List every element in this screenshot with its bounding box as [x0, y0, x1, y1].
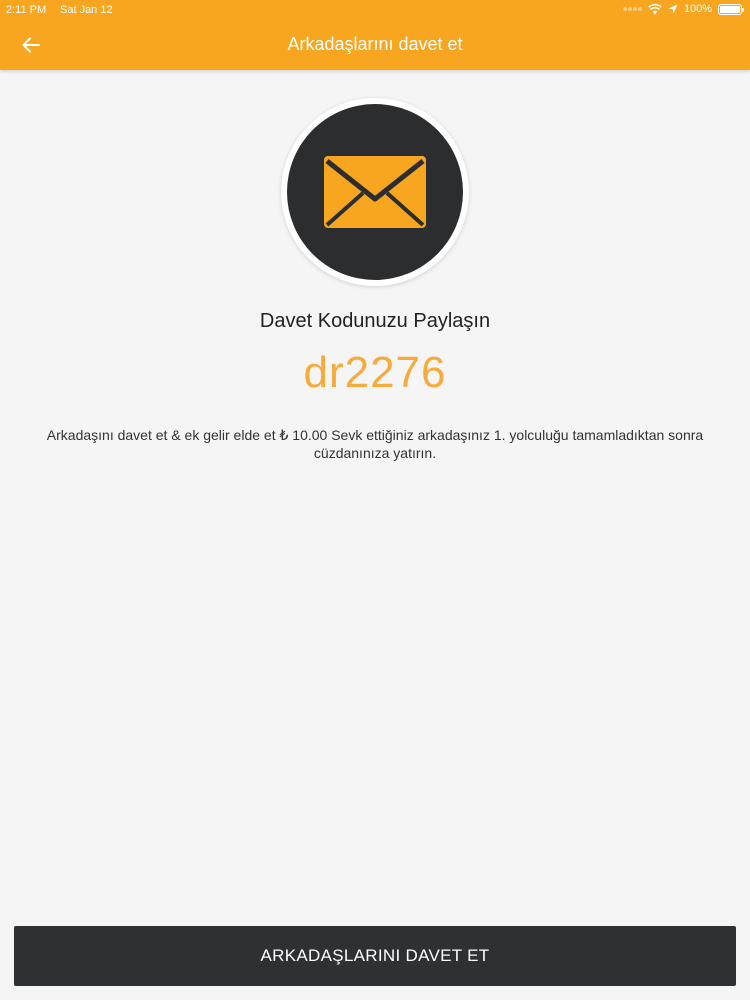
- app-bar: Arkadaşlarını davet et: [0, 20, 750, 70]
- share-code-heading: Davet Kodunuzu Paylaşın: [259, 310, 491, 332]
- wifi-icon: [647, 3, 662, 14]
- envelope-badge-circle: [287, 104, 463, 280]
- status-indicators: 100%: [622, 3, 744, 15]
- status-time: 2:11 PM: [6, 4, 47, 16]
- signal-icon: [622, 7, 642, 11]
- battery-icon: [718, 3, 744, 15]
- invite-code: dr2276: [303, 348, 447, 397]
- invite-description: Arkadaşını davet et & ek gelir elde et ₺…: [46, 427, 704, 461]
- status-date: Sat Jan 12: [60, 4, 113, 16]
- status-bar: 2:11 PM Sat Jan 12 100%: [0, 0, 750, 20]
- location-arrow-icon: [668, 4, 678, 14]
- page-title: Arkadaşlarını davet et: [287, 34, 463, 54]
- invite-friends-button[interactable]: ARKADAŞLARINI DAVET ET: [14, 926, 736, 986]
- envelope-badge: [281, 98, 469, 286]
- battery-percent: 100%: [683, 3, 712, 15]
- envelope-icon: [324, 156, 426, 228]
